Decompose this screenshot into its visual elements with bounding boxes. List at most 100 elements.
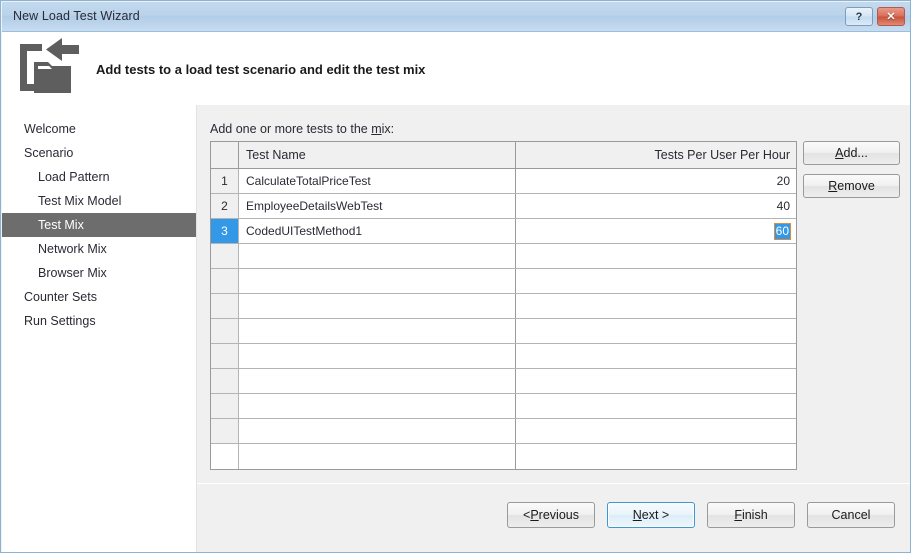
cell-tests-per-user-per-hour[interactable] bbox=[516, 419, 796, 443]
button-accesskey: F bbox=[734, 508, 742, 522]
button-label-suffix: inish bbox=[741, 508, 768, 522]
cell-test-name[interactable]: CalculateTotalPriceTest bbox=[239, 169, 516, 193]
cell-test-name[interactable] bbox=[239, 444, 516, 469]
instruction-prefix: Add one or more tests to the bbox=[210, 122, 372, 136]
sidebar-item-test-mix-model[interactable]: Test Mix Model bbox=[2, 189, 196, 213]
cell-tests-per-user-per-hour[interactable] bbox=[516, 294, 796, 318]
window-title: New Load Test Wizard bbox=[13, 9, 140, 23]
help-button[interactable]: ? bbox=[845, 7, 873, 26]
test-mix-grid[interactable]: Test Name Tests Per User Per Hour 1 Calcula… bbox=[210, 141, 797, 470]
cell-test-name[interactable] bbox=[239, 294, 516, 318]
button-label-suffix: ext > bbox=[641, 508, 670, 522]
cell-tests-per-user-per-hour[interactable]: 20 bbox=[516, 169, 796, 193]
cell-tests-per-user-per-hour[interactable] bbox=[516, 394, 796, 418]
title-bar[interactable]: New Load Test Wizard ? ✕ bbox=[2, 2, 910, 32]
cell-tests-per-user-per-hour[interactable] bbox=[516, 244, 796, 268]
row-header-cell[interactable] bbox=[211, 369, 239, 393]
cell-test-name[interactable] bbox=[239, 244, 516, 268]
cell-test-name[interactable] bbox=[239, 319, 516, 343]
row-header-cell[interactable] bbox=[211, 444, 239, 469]
sidebar-item-welcome[interactable]: Welcome bbox=[2, 117, 196, 141]
sidebar-item-test-mix[interactable]: Test Mix bbox=[2, 213, 196, 237]
close-button[interactable]: ✕ bbox=[877, 7, 905, 26]
instruction-accesskey: m bbox=[371, 122, 382, 136]
cell-test-name[interactable] bbox=[239, 344, 516, 368]
button-accesskey: A bbox=[835, 146, 844, 160]
table-row-empty[interactable] bbox=[211, 319, 796, 344]
sidebar-item-label: Counter Sets bbox=[24, 290, 97, 304]
row-header-cell[interactable] bbox=[211, 319, 239, 343]
row-header-cell[interactable] bbox=[211, 269, 239, 293]
button-label-suffix: dd... bbox=[843, 146, 868, 160]
table-row-empty[interactable] bbox=[211, 294, 796, 319]
row-header-cell[interactable] bbox=[211, 294, 239, 318]
cancel-button[interactable]: Cancel bbox=[807, 502, 895, 528]
cell-test-name[interactable] bbox=[239, 419, 516, 443]
table-row-empty[interactable] bbox=[211, 394, 796, 419]
cell-test-name[interactable]: EmployeeDetailsWebTest bbox=[239, 194, 516, 218]
table-row-empty[interactable] bbox=[211, 344, 796, 369]
sidebar-item-label: Scenario bbox=[24, 146, 74, 160]
cell-test-name[interactable] bbox=[239, 369, 516, 393]
button-label-prefix: Cancel bbox=[831, 508, 871, 522]
row-header-cell[interactable]: 3 bbox=[211, 219, 239, 243]
sidebar-item-load-pattern[interactable]: Load Pattern bbox=[2, 165, 196, 189]
row-header-cell[interactable] bbox=[211, 419, 239, 443]
button-label-suffix: emove bbox=[837, 179, 875, 193]
cell-test-name[interactable]: CodedUITestMethod1 bbox=[239, 219, 516, 243]
sidebar-item-label: Test Mix Model bbox=[38, 194, 122, 208]
cell-tests-per-user-per-hour[interactable] bbox=[516, 319, 796, 343]
row-header-cell[interactable]: 2 bbox=[211, 194, 239, 218]
table-row-empty[interactable] bbox=[211, 444, 796, 469]
sidebar-item-scenario[interactable]: Scenario bbox=[2, 141, 196, 165]
table-row[interactable]: 2 EmployeeDetailsWebTest 40 bbox=[211, 194, 796, 219]
sidebar-item-run-settings[interactable]: Run Settings bbox=[2, 309, 196, 333]
sidebar-item-network-mix[interactable]: Network Mix bbox=[2, 237, 196, 261]
table-row-empty[interactable] bbox=[211, 419, 796, 444]
cell-tests-per-user-per-hour[interactable] bbox=[516, 444, 796, 469]
column-header-test-name[interactable]: Test Name bbox=[239, 142, 516, 168]
sidebar-item-label: Load Pattern bbox=[38, 170, 110, 184]
next-button[interactable]: Next > bbox=[607, 502, 695, 528]
table-row[interactable]: 1 CalculateTotalPriceTest 20 bbox=[211, 169, 796, 194]
instruction-suffix: ix: bbox=[381, 122, 395, 136]
sidebar-item-counter-sets[interactable]: Counter Sets bbox=[2, 285, 196, 309]
row-header-cell[interactable] bbox=[211, 244, 239, 268]
row-header-cell[interactable]: 1 bbox=[211, 169, 239, 193]
finish-button[interactable]: Finish bbox=[707, 502, 795, 528]
row-header-cell[interactable] bbox=[211, 394, 239, 418]
cell-test-name[interactable] bbox=[239, 394, 516, 418]
column-header-tests-per-user-per-hour[interactable]: Tests Per User Per Hour bbox=[516, 142, 796, 168]
sidebar-nav: Welcome Scenario Load Pattern Test Mix Mode… bbox=[2, 117, 196, 333]
cell-test-name[interactable] bbox=[239, 269, 516, 293]
cell-tests-per-user-per-hour[interactable]: 40 bbox=[516, 194, 796, 218]
grid-header-row: Test Name Tests Per User Per Hour bbox=[211, 142, 796, 169]
table-row-empty[interactable] bbox=[211, 269, 796, 294]
cell-tests-per-user-per-hour[interactable] bbox=[516, 269, 796, 293]
row-header-cell[interactable] bbox=[211, 344, 239, 368]
sidebar-item-label: Run Settings bbox=[24, 314, 96, 328]
wizard-banner: Add tests to a load test scenario and ed… bbox=[2, 32, 910, 106]
grid-corner-cell[interactable] bbox=[211, 142, 239, 168]
previous-button[interactable]: < Previous bbox=[507, 502, 595, 528]
load-test-wizard-window: New Load Test Wizard ? ✕ Add tests to a … bbox=[0, 0, 911, 553]
cell-tests-per-user-per-hour[interactable]: 60 bbox=[516, 219, 796, 243]
sidebar-item-label: Network Mix bbox=[38, 242, 107, 256]
sidebar-item-browser-mix[interactable]: Browser Mix bbox=[2, 261, 196, 285]
table-row-empty[interactable] bbox=[211, 369, 796, 394]
button-label-prefix: < bbox=[523, 508, 531, 522]
sidebar-item-label: Test Mix bbox=[38, 218, 84, 232]
rate-edit-value[interactable]: 60 bbox=[773, 222, 792, 240]
remove-button[interactable]: Remove bbox=[803, 174, 900, 198]
import-folder-icon bbox=[16, 37, 80, 104]
sidebar-item-label: Browser Mix bbox=[38, 266, 107, 280]
button-accesskey: P bbox=[530, 508, 539, 522]
add-button[interactable]: Add... bbox=[803, 141, 900, 165]
title-bar-buttons: ? ✕ bbox=[845, 7, 905, 26]
sidebar-item-label: Welcome bbox=[24, 122, 76, 136]
table-row-empty[interactable] bbox=[211, 244, 796, 269]
grid-instruction-label: Add one or more tests to the mix: bbox=[210, 122, 394, 136]
cell-tests-per-user-per-hour[interactable] bbox=[516, 369, 796, 393]
cell-tests-per-user-per-hour[interactable] bbox=[516, 344, 796, 368]
table-row[interactable]: 3 CodedUITestMethod1 60 bbox=[211, 219, 796, 244]
